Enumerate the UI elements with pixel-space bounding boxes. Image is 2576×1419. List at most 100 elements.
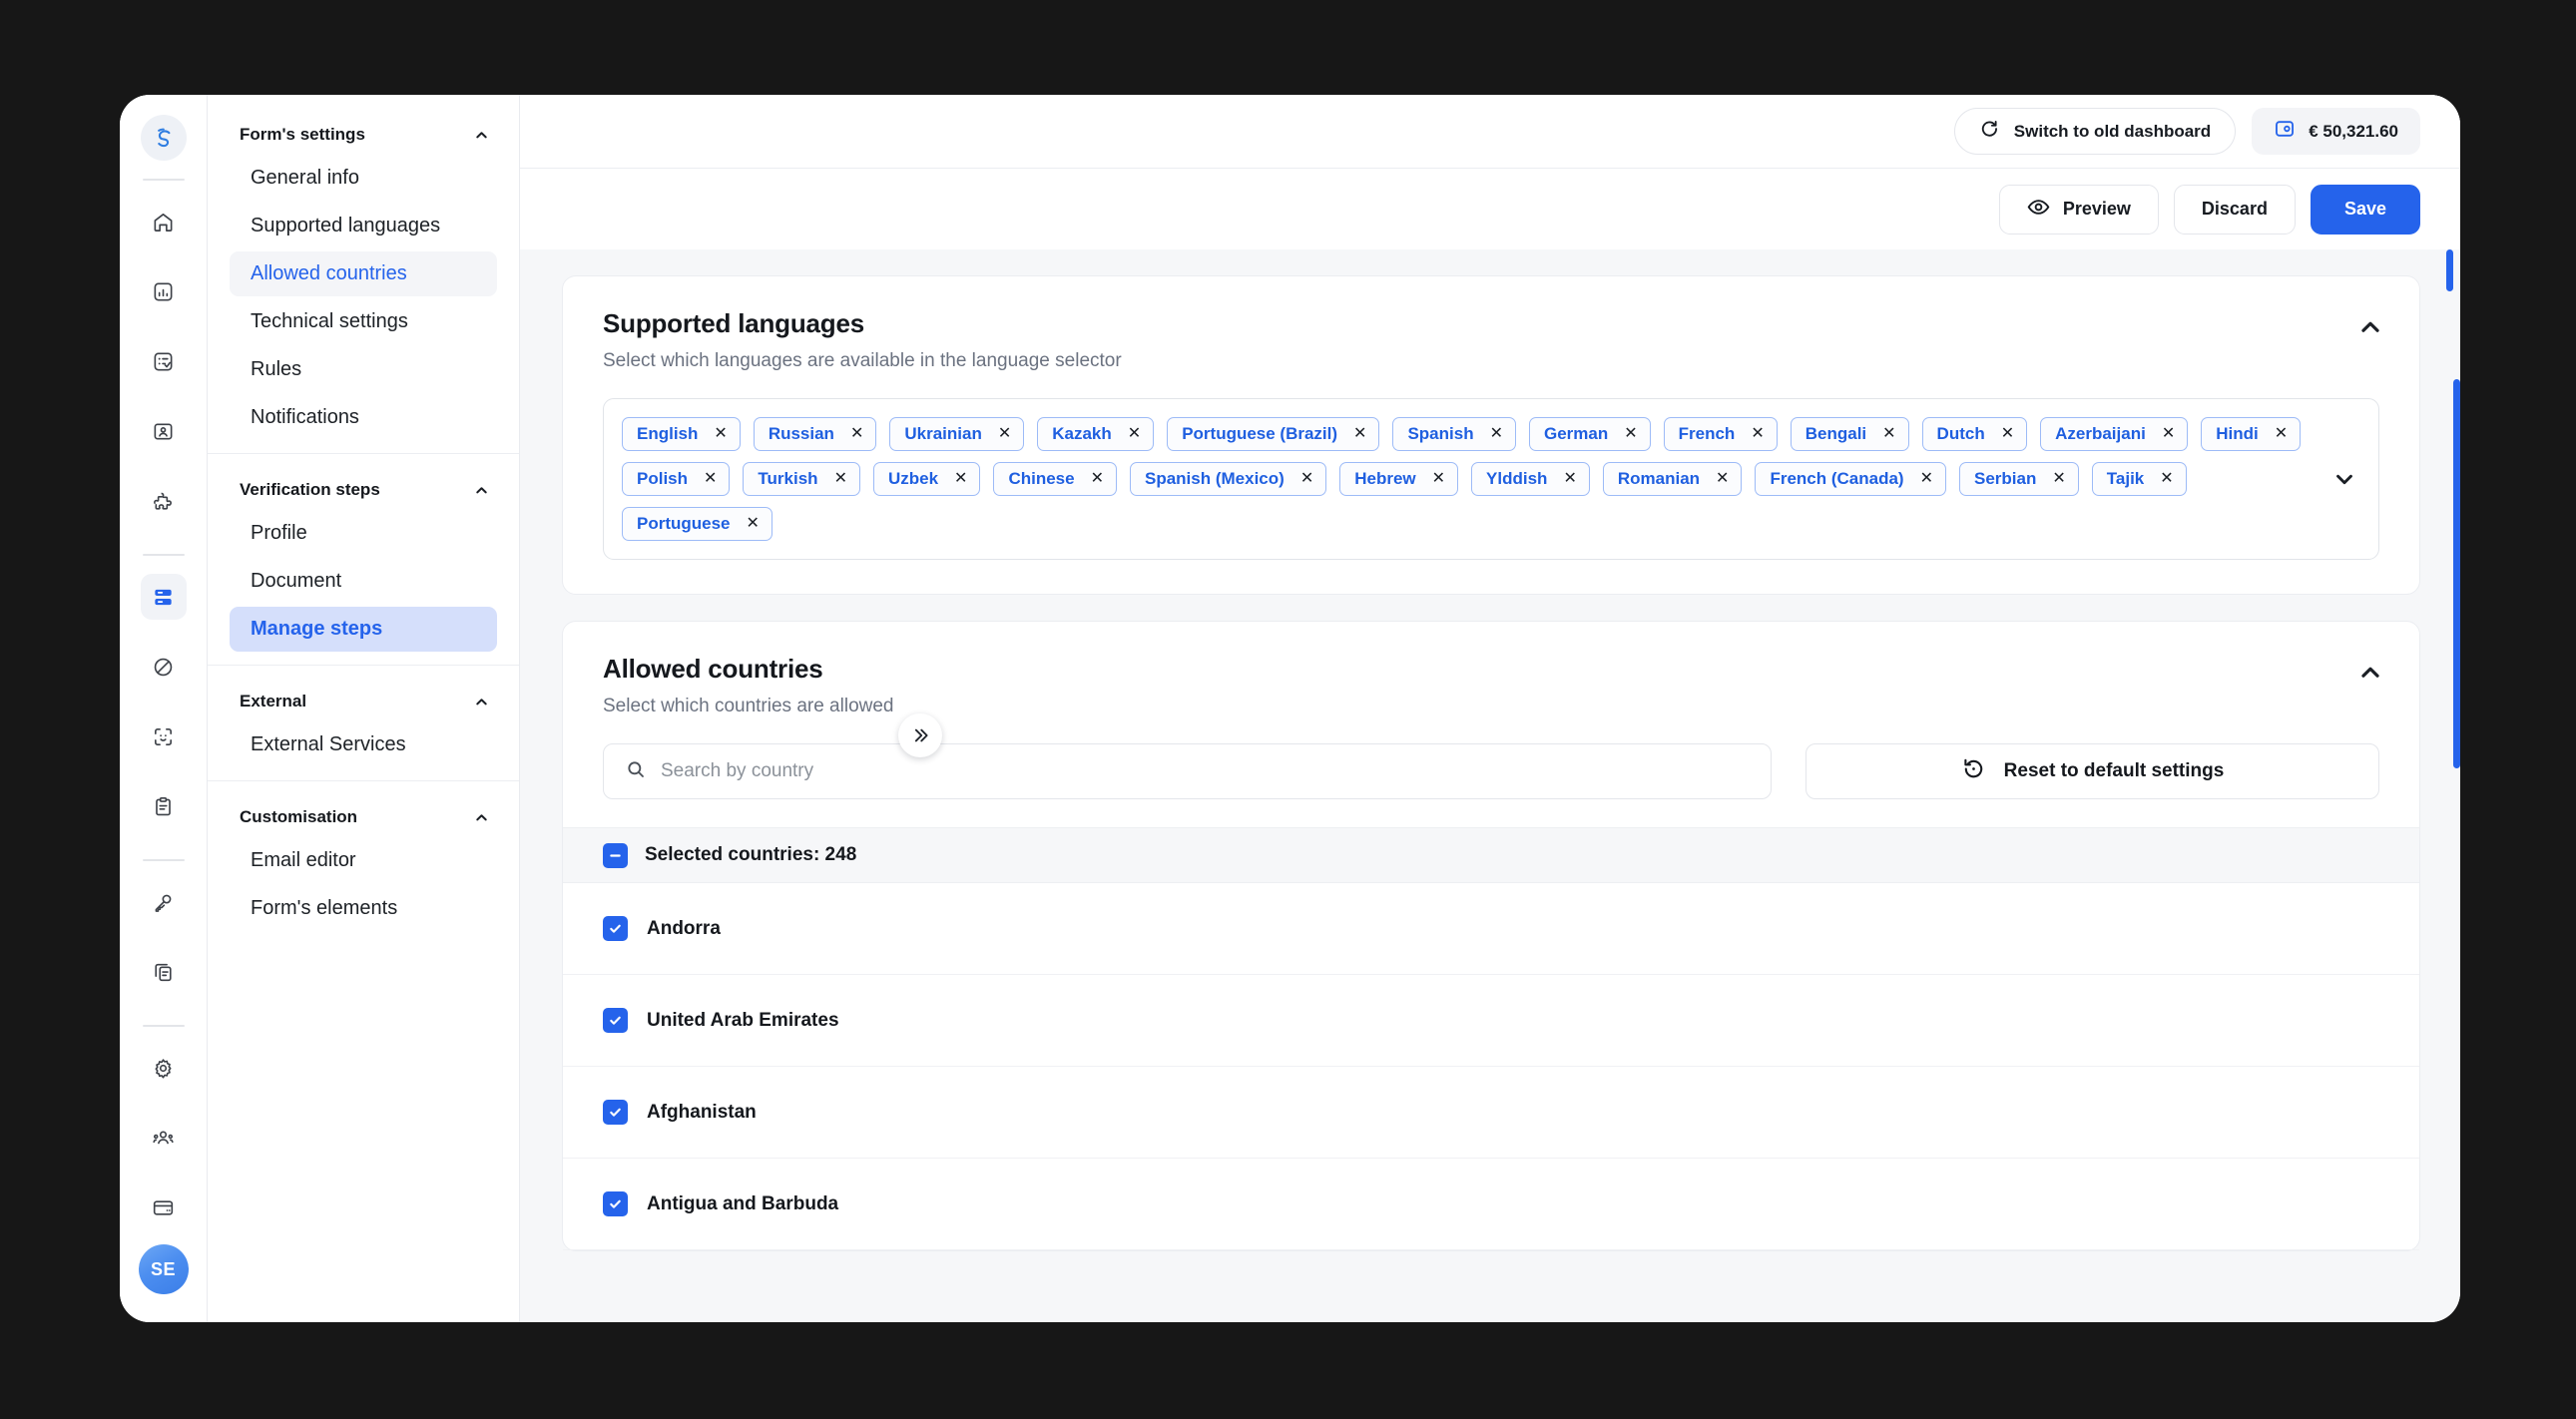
search-field[interactable] [603, 743, 1772, 799]
country-checkbox[interactable] [603, 1008, 628, 1033]
language-tag[interactable]: Dutch ✕ [1921, 417, 2028, 451]
forms-icon[interactable] [140, 574, 187, 620]
reset-to-default-button[interactable]: Reset to default settings [1805, 743, 2379, 799]
chevron-up-icon[interactable] [2357, 660, 2383, 686]
sidebar-item-general-info[interactable]: General info [230, 156, 497, 201]
close-icon[interactable]: ✕ [2001, 426, 2014, 442]
card-icon[interactable] [141, 1184, 187, 1230]
close-icon[interactable]: ✕ [1128, 426, 1141, 442]
switch-to-old-dashboard-button[interactable]: Switch to old dashboard [1953, 108, 2237, 155]
inner-scrollbar[interactable] [2446, 249, 2453, 291]
group-header-customisation[interactable]: Customisation [208, 799, 519, 835]
close-icon[interactable]: ✕ [834, 471, 847, 487]
close-icon[interactable]: ✕ [1920, 471, 1933, 487]
list-item[interactable]: Andorra [563, 883, 2419, 975]
checklist-icon[interactable] [141, 338, 187, 384]
key-icon[interactable] [141, 879, 187, 925]
country-checkbox[interactable] [603, 1100, 628, 1125]
close-icon[interactable]: ✕ [1353, 426, 1366, 442]
country-checkbox[interactable] [603, 916, 628, 941]
close-icon[interactable]: ✕ [1432, 471, 1445, 487]
copy-document-icon[interactable] [141, 949, 187, 995]
language-tag[interactable]: German ✕ [1528, 417, 1651, 451]
selected-countries-bar[interactable]: Selected countries: 248 [563, 827, 2419, 883]
language-tag[interactable]: Turkish ✕ [743, 462, 860, 496]
language-tag[interactable]: Azerbaijani ✕ [2040, 417, 2189, 451]
group-header-verification-steps[interactable]: Verification steps [208, 472, 519, 508]
sidebar-item-profile[interactable]: Profile [230, 511, 497, 556]
language-tag[interactable]: Ylddish ✕ [1471, 462, 1590, 496]
country-checkbox[interactable] [603, 1191, 628, 1216]
group-header-external[interactable]: External [208, 684, 519, 719]
close-icon[interactable]: ✕ [1300, 471, 1313, 487]
sidebar-item-forms-elements[interactable]: Form's elements [230, 886, 497, 931]
close-icon[interactable]: ✕ [998, 426, 1011, 442]
language-tag[interactable]: French ✕ [1663, 417, 1778, 451]
close-icon[interactable]: ✕ [1882, 426, 1895, 442]
chevron-up-icon[interactable] [474, 483, 489, 498]
language-tag[interactable]: Bengali ✕ [1790, 417, 1909, 451]
avatar[interactable]: SE [138, 1244, 189, 1294]
language-tag[interactable]: Romanian ✕ [1602, 462, 1743, 496]
clipboard-icon[interactable] [141, 783, 187, 829]
chevron-up-icon[interactable] [474, 810, 489, 825]
language-tag[interactable]: Kazakh ✕ [1037, 417, 1155, 451]
balance-pill[interactable]: € 50,321.60 [2252, 108, 2420, 155]
home-icon[interactable] [141, 199, 187, 244]
select-all-checkbox[interactable] [603, 842, 628, 868]
list-item[interactable]: Afghanistan [563, 1067, 2419, 1159]
sidebar-item-rules[interactable]: Rules [230, 347, 497, 392]
sidebar-item-supported-languages[interactable]: Supported languages [230, 204, 497, 248]
language-tag[interactable]: Chinese ✕ [993, 462, 1117, 496]
blocked-icon[interactable] [141, 644, 187, 690]
language-tag[interactable]: Hindi ✕ [2201, 417, 2302, 451]
close-icon[interactable]: ✕ [850, 426, 863, 442]
language-tag[interactable]: Spanish ✕ [1392, 417, 1516, 451]
language-tag[interactable]: Portuguese (Brazil) ✕ [1167, 417, 1380, 451]
close-icon[interactable]: ✕ [1490, 426, 1503, 442]
swirl-logo-icon[interactable] [140, 115, 187, 161]
face-scan-icon[interactable] [141, 713, 187, 759]
close-icon[interactable]: ✕ [2162, 426, 2175, 442]
sidebar-item-document[interactable]: Document [230, 559, 497, 604]
language-tag-box[interactable]: English ✕ Russian ✕ Ukrainian ✕ Kazakh ✕ Portugu… [603, 398, 2379, 560]
save-button[interactable]: Save [2310, 184, 2420, 235]
language-tag[interactable]: English ✕ [622, 417, 741, 451]
close-icon[interactable]: ✕ [704, 471, 717, 487]
close-icon[interactable]: ✕ [747, 516, 760, 532]
group-header-forms-settings[interactable]: Form's settings [208, 117, 519, 153]
language-tag[interactable]: Tajik ✕ [2091, 462, 2187, 496]
language-tag[interactable]: Russian ✕ [753, 417, 877, 451]
language-tag[interactable]: Spanish (Mexico) ✕ [1130, 462, 1327, 496]
team-icon[interactable] [141, 1115, 187, 1161]
language-tag[interactable]: Polish ✕ [622, 462, 731, 496]
search-input[interactable] [661, 760, 1749, 782]
sidebar-item-notifications[interactable]: Notifications [230, 395, 497, 440]
sidebar-item-email-editor[interactable]: Email editor [230, 838, 497, 883]
gear-icon[interactable] [141, 1045, 187, 1091]
id-card-icon[interactable] [141, 408, 187, 454]
sidebar-collapse-handle[interactable] [898, 713, 942, 757]
close-icon[interactable]: ✕ [1563, 471, 1576, 487]
sidebar-item-technical-settings[interactable]: Technical settings [230, 299, 497, 344]
language-tag[interactable]: Ukrainian ✕ [889, 417, 1025, 451]
close-icon[interactable]: ✕ [2052, 471, 2065, 487]
close-icon[interactable]: ✕ [1091, 471, 1104, 487]
discard-button[interactable]: Discard [2173, 184, 2296, 235]
language-tag[interactable]: Hebrew ✕ [1339, 462, 1459, 496]
sidebar-item-allowed-countries[interactable]: Allowed countries [230, 251, 497, 296]
preview-button[interactable]: Preview [1998, 184, 2159, 235]
close-icon[interactable]: ✕ [2275, 426, 2288, 442]
sidebar-item-external-services[interactable]: External Services [230, 722, 497, 767]
language-tag[interactable]: French (Canada) ✕ [1755, 462, 1946, 496]
puzzle-icon[interactable] [141, 478, 187, 524]
sidebar-item-manage-steps[interactable]: Manage steps [230, 607, 497, 652]
chevron-down-icon[interactable] [2332, 467, 2356, 491]
list-item[interactable]: United Arab Emirates [563, 975, 2419, 1067]
close-icon[interactable]: ✕ [954, 471, 967, 487]
settings-scroll-area[interactable]: Supported languages Select which languag… [520, 249, 2460, 1322]
chevron-up-icon[interactable] [474, 695, 489, 710]
close-icon[interactable]: ✕ [1751, 426, 1764, 442]
chevron-up-icon[interactable] [474, 128, 489, 143]
chevron-up-icon[interactable] [2357, 314, 2383, 340]
